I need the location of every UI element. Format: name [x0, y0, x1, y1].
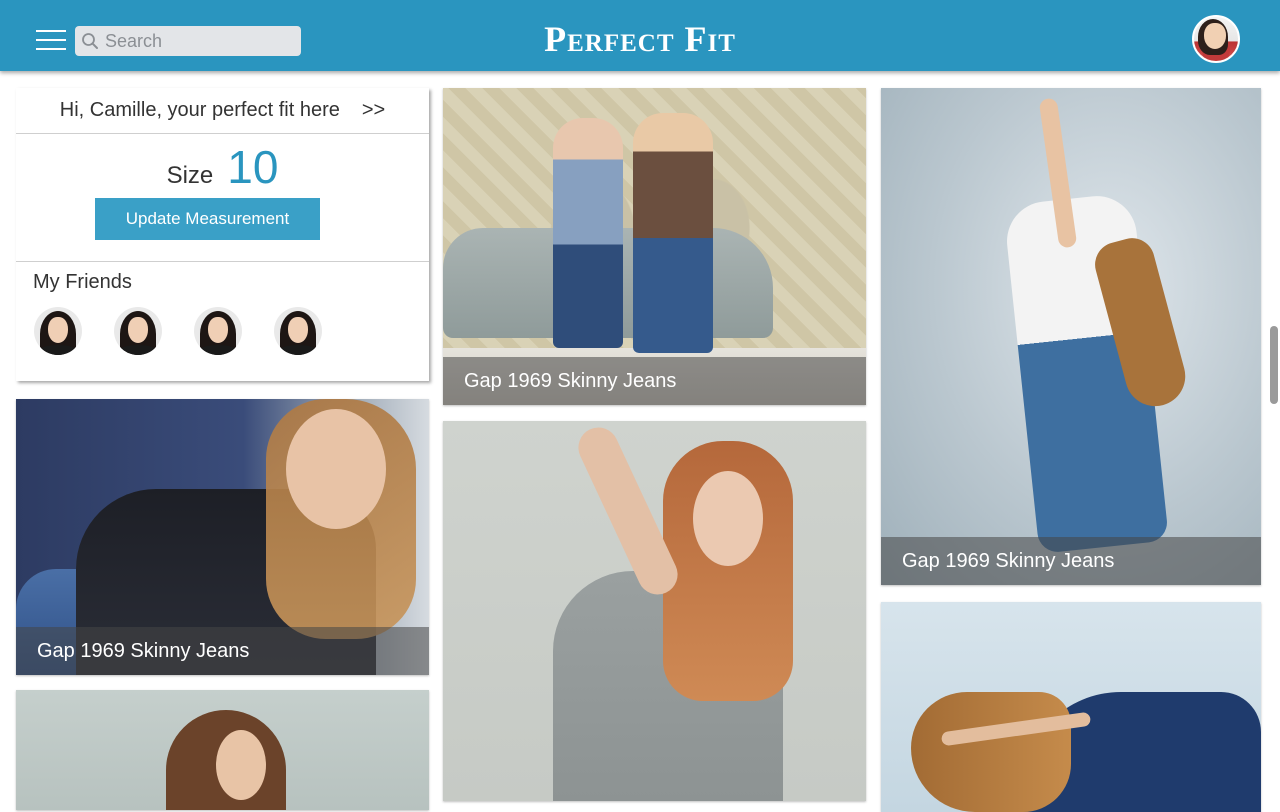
brand-logo[interactable]: Perfect Fit: [440, 18, 840, 60]
top-navigation-bar: Perfect Fit: [0, 0, 1280, 71]
size-value: 10: [227, 141, 279, 193]
product-caption: Gap 1969 Skinny Jeans: [902, 549, 1115, 572]
product-tile[interactable]: Gap 1969 Skinny Jeans: [16, 399, 429, 675]
caption-bar: Gap 1969 Skinny Jeans: [443, 357, 866, 405]
search-input[interactable]: [105, 27, 295, 55]
product-image: [16, 690, 429, 810]
product-image: [881, 88, 1261, 585]
product-tile[interactable]: [881, 602, 1261, 812]
size-label: Size: [166, 162, 214, 189]
hamburger-menu-icon[interactable]: [36, 30, 66, 50]
product-caption: Gap 1969 Skinny Jeans: [464, 369, 677, 392]
user-avatar[interactable]: [1192, 15, 1240, 63]
friend-avatar[interactable]: [274, 307, 322, 355]
friend-avatar[interactable]: [114, 307, 162, 355]
profile-card: Hi, Camille, your perfect fit here >> Si…: [16, 88, 429, 381]
friend-avatar[interactable]: [194, 307, 242, 355]
caption-bar: Gap 1969 Skinny Jeans: [16, 627, 429, 675]
friend-avatar[interactable]: [34, 307, 82, 355]
greeting-link[interactable]: Hi, Camille, your perfect fit here >>: [16, 88, 429, 134]
scrollbar-thumb[interactable]: [1270, 326, 1278, 404]
product-tile[interactable]: Gap 1969 Skinny Jeans: [443, 88, 866, 405]
search-icon: [75, 26, 105, 56]
product-tile[interactable]: [16, 690, 429, 810]
caption-bar: Gap 1969 Skinny Jeans: [881, 537, 1261, 585]
divider: [16, 261, 429, 262]
search-bar[interactable]: [75, 26, 301, 56]
friends-list: [34, 307, 322, 355]
friends-title: My Friends: [33, 271, 132, 293]
product-tile[interactable]: Gap 1969 Skinny Jeans: [881, 88, 1261, 585]
product-image: [443, 421, 866, 801]
product-image: [881, 602, 1261, 812]
update-measurement-button[interactable]: Update Measurement: [95, 198, 320, 240]
product-tile[interactable]: [443, 421, 866, 801]
product-caption: Gap 1969 Skinny Jeans: [37, 639, 250, 662]
greeting-text: Hi, Camille, your perfect fit here: [59, 99, 340, 121]
size-display: Size 10: [16, 140, 429, 193]
greeting-arrow: >>: [361, 99, 386, 121]
